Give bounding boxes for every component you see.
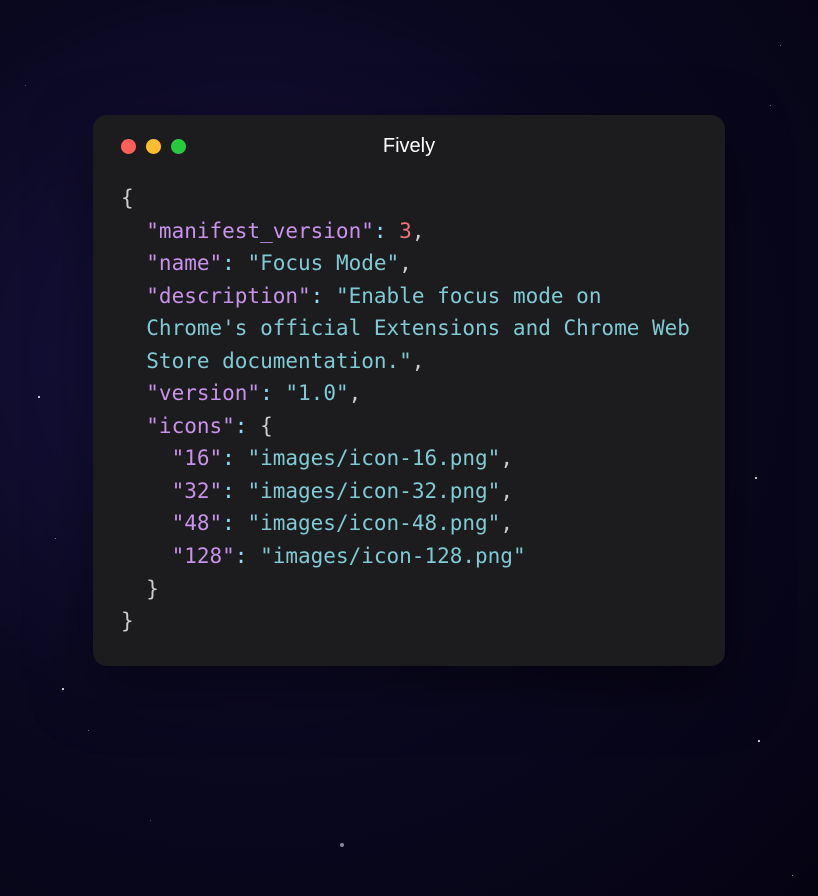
json-key: "128" <box>172 544 235 568</box>
json-value: "images/icon-32.png" <box>247 479 500 503</box>
minimize-icon[interactable] <box>146 139 161 154</box>
code-window: Fively {"manifest_version": 3,"name": "F… <box>93 115 725 666</box>
json-value: "images/icon-48.png" <box>247 511 500 535</box>
json-key: "name" <box>146 251 222 275</box>
json-key: "description" <box>146 284 310 308</box>
json-value: 3 <box>399 219 412 243</box>
close-icon[interactable] <box>121 139 136 154</box>
json-value: "1.0" <box>285 381 348 405</box>
json-value: "Focus Mode" <box>247 251 399 275</box>
json-key: "48" <box>172 511 223 535</box>
json-key: "icons" <box>146 414 235 438</box>
title-bar: Fively <box>121 139 697 154</box>
window-title: Fively <box>383 135 435 158</box>
json-value: "images/icon-16.png" <box>247 446 500 470</box>
maximize-icon[interactable] <box>171 139 186 154</box>
json-value: "images/icon-128.png" <box>260 544 526 568</box>
json-key: "version" <box>146 381 260 405</box>
code-content: {"manifest_version": 3,"name": "Focus Mo… <box>121 182 697 638</box>
traffic-lights <box>121 139 186 154</box>
json-key: "16" <box>172 446 223 470</box>
json-key: "manifest_version" <box>146 219 374 243</box>
json-key: "32" <box>172 479 223 503</box>
